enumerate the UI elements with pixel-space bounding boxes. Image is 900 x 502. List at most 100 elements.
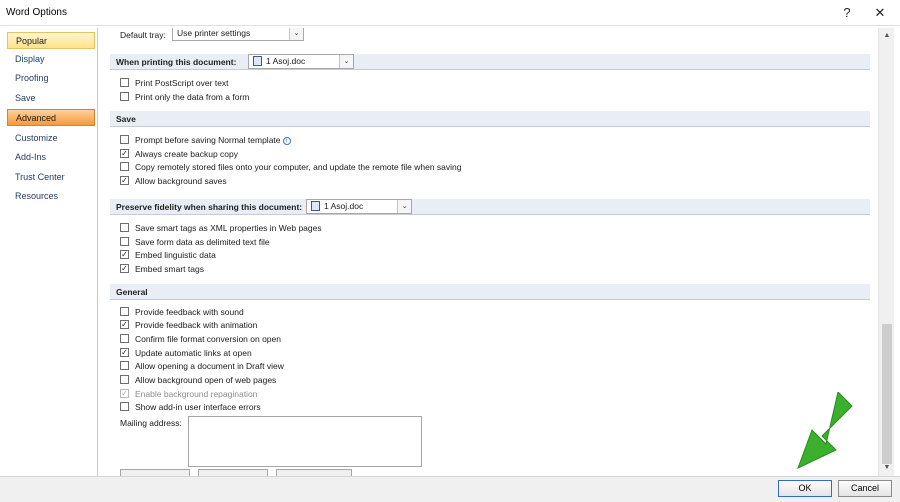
service-options-button-partial[interactable]	[276, 469, 352, 476]
save-section-header: Save	[110, 111, 870, 127]
sidebar-item-customize[interactable]: Customize	[7, 130, 95, 147]
info-icon[interactable]: i	[282, 136, 291, 145]
print-section-header: When printing this document:	[110, 54, 870, 70]
option-background-web-pages[interactable]: Allow background open of web pages	[120, 375, 276, 387]
checkbox-backup-copy[interactable]: ✓	[120, 149, 129, 159]
option-confirm-conversion[interactable]: Confirm file format conversion on open	[120, 334, 281, 346]
dialog-button-bar	[0, 476, 900, 502]
option-label: Enable background repagination	[135, 389, 258, 399]
cancel-button[interactable]: Cancel	[838, 480, 892, 497]
option-feedback-sound[interactable]: Provide feedback with sound	[120, 307, 244, 319]
checkbox-addin-errors[interactable]	[120, 402, 129, 412]
ok-button[interactable]: OK	[778, 480, 832, 497]
option-print-form-data[interactable]: Print only the data from a form	[120, 92, 249, 104]
option-label: Copy remotely stored files onto your com…	[135, 162, 462, 172]
green-arrow-shape	[797, 392, 853, 469]
option-label: Embed linguistic data	[135, 250, 216, 260]
checkbox-background-saves[interactable]: ✓	[120, 176, 129, 186]
checkbox-print-postscript[interactable]	[120, 78, 129, 88]
option-label: Allow background open of web pages	[135, 375, 277, 385]
general-section-header: General	[110, 284, 870, 300]
sidebar: Popular Display Proofing Save Advanced C…	[4, 28, 98, 502]
checkbox-draft-view[interactable]	[120, 361, 129, 371]
option-form-data-text[interactable]: Save form data as delimited text file	[120, 237, 270, 249]
option-label: Prompt before saving Normal template	[135, 135, 281, 145]
option-backup-copy[interactable]: ✓ Always create backup copy	[120, 149, 238, 161]
sidebar-item-trust-center[interactable]: Trust Center	[7, 169, 95, 186]
default-tray-select[interactable]: Use printer settings ⌄	[172, 28, 304, 41]
option-label: Update automatic links at open	[135, 348, 252, 358]
checkbox-update-links[interactable]: ✓	[120, 348, 129, 358]
option-print-postscript[interactable]: Print PostScript over text	[120, 78, 229, 90]
checkbox-feedback-animation[interactable]: ✓	[120, 320, 129, 330]
option-label: Allow background saves	[135, 176, 227, 186]
checkbox-feedback-sound[interactable]	[120, 307, 129, 317]
general-section-title: General	[116, 287, 148, 297]
option-label: Save smart tags as XML properties in Web…	[135, 223, 322, 233]
sidebar-item-resources[interactable]: Resources	[7, 188, 95, 205]
checkbox-background-web-pages[interactable]	[120, 375, 129, 385]
checkbox-prompt-normal-template[interactable]	[120, 135, 129, 145]
save-section-title: Save	[116, 114, 136, 124]
fidelity-document-value: 1 Asoj.doc	[324, 201, 364, 211]
option-label: Show add-in user interface errors	[135, 402, 261, 412]
scroll-up-icon[interactable]: ▲	[879, 29, 895, 43]
chevron-down-icon: ⌄	[397, 200, 411, 213]
sidebar-item-display[interactable]: Display	[7, 51, 95, 68]
sidebar-item-advanced[interactable]: Advanced	[7, 109, 95, 126]
window-title: Word Options	[6, 7, 67, 18]
option-prompt-normal-template[interactable]: Prompt before saving Normal template i	[120, 135, 291, 147]
option-smart-tags-xml[interactable]: Save smart tags as XML properties in Web…	[120, 223, 322, 235]
default-tray-label: Default tray:	[120, 30, 166, 40]
print-document-value: 1 Asoj.doc	[266, 56, 306, 66]
option-feedback-animation[interactable]: ✓ Provide feedback with animation	[120, 320, 257, 332]
chevron-down-icon: ⌄	[339, 55, 353, 68]
option-label: Confirm file format conversion on open	[135, 334, 281, 344]
content-scrollbar[interactable]: ▲ ▼	[878, 28, 894, 476]
scroll-down-icon[interactable]: ▼	[879, 461, 895, 475]
advanced-options-panel: Default tray: Use printer settings ⌄ Whe…	[104, 28, 878, 476]
sidebar-item-proofing[interactable]: Proofing	[7, 70, 95, 87]
fidelity-document-select[interactable]: 1 Asoj.doc ⌄	[306, 199, 412, 214]
file-locations-button-partial[interactable]	[120, 469, 190, 476]
checkbox-print-form-data[interactable]	[120, 92, 129, 102]
option-background-saves[interactable]: ✓ Allow background saves	[120, 176, 227, 188]
close-button[interactable]: ✕	[870, 4, 890, 22]
web-options-button-partial[interactable]	[198, 469, 268, 476]
mailing-address-input[interactable]	[188, 416, 422, 467]
print-document-select[interactable]: 1 Asoj.doc ⌄	[248, 54, 354, 69]
checkbox-confirm-conversion[interactable]	[120, 334, 129, 344]
option-embed-smart-tags[interactable]: ✓ Embed smart tags	[120, 264, 204, 276]
checkbox-smart-tags-xml[interactable]	[120, 223, 129, 233]
option-draft-view[interactable]: Allow opening a document in Draft view	[120, 361, 284, 373]
checkbox-embed-smart-tags[interactable]: ✓	[120, 264, 129, 274]
option-embed-linguistic[interactable]: ✓ Embed linguistic data	[120, 250, 216, 262]
option-background-repagination: ✓ Enable background repagination	[120, 389, 257, 401]
sidebar-item-save[interactable]: Save	[7, 90, 95, 107]
option-label: Provide feedback with sound	[135, 307, 244, 317]
chevron-down-icon: ⌄	[289, 28, 303, 40]
option-label: Save form data as delimited text file	[135, 237, 270, 247]
sidebar-item-add-ins[interactable]: Add-Ins	[7, 149, 95, 166]
checkbox-form-data-text[interactable]	[120, 237, 129, 247]
option-label: Embed smart tags	[135, 264, 204, 274]
checkbox-copy-remote-files[interactable]	[120, 162, 129, 172]
option-label: Allow opening a document in Draft view	[135, 361, 284, 371]
checkbox-background-repagination: ✓	[120, 389, 129, 399]
option-label: Always create backup copy	[135, 149, 238, 159]
title-bar: Word Options ? ✕	[0, 0, 900, 26]
fidelity-section-title: Preserve fidelity when sharing this docu…	[116, 202, 303, 212]
checkbox-embed-linguistic[interactable]: ✓	[120, 250, 129, 260]
option-addin-errors[interactable]: Show add-in user interface errors	[120, 402, 261, 414]
word-document-icon	[253, 55, 262, 66]
sidebar-item-popular[interactable]: Popular	[7, 32, 95, 49]
help-button[interactable]: ?	[837, 4, 857, 22]
scrollbar-thumb[interactable]	[882, 324, 892, 464]
fidelity-section-header: Preserve fidelity when sharing this docu…	[110, 199, 870, 215]
option-label: Provide feedback with animation	[135, 320, 258, 330]
green-arrow-icon	[797, 392, 853, 469]
option-copy-remote-files[interactable]: Copy remotely stored files onto your com…	[120, 162, 462, 174]
option-update-links[interactable]: ✓ Update automatic links at open	[120, 348, 252, 360]
word-document-icon	[311, 200, 320, 211]
default-tray-value: Use printer settings	[177, 28, 251, 38]
